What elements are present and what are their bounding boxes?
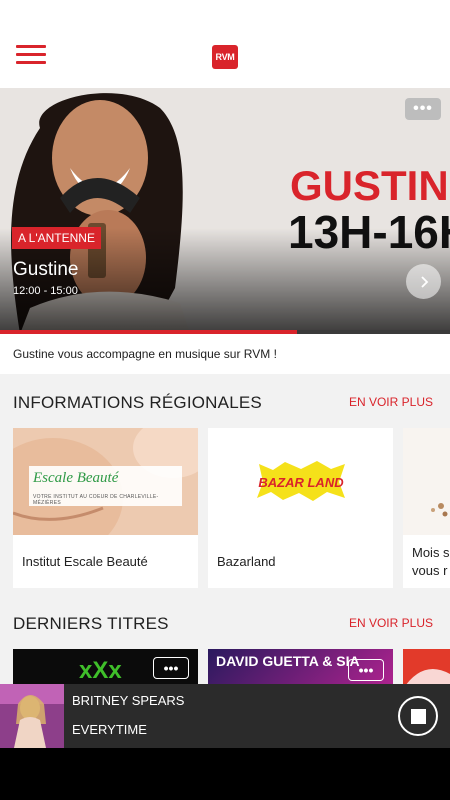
section-title-titles: DERNIERS TITRES [13, 614, 169, 633]
show-time: 12:00 - 15:00 [13, 285, 78, 297]
show-description-area: Gustine vous accompagne en musique sur R… [0, 334, 450, 374]
title-card-2-art: DAVID GUETTA & SIA [216, 653, 360, 669]
card-label: Bazarland [217, 554, 276, 569]
card-label-line1: Mois s [412, 545, 450, 560]
stop-icon[interactable] [398, 696, 438, 736]
title-card-1[interactable]: xXx ••• [13, 649, 198, 689]
track-title: EVERYTIME [72, 722, 147, 737]
live-badge: A L'ANTENNE [12, 227, 101, 249]
top-bar: RVM [0, 0, 450, 88]
menu-icon[interactable] [16, 45, 46, 69]
album-cover [0, 684, 64, 748]
show-description: Gustine vous accompagne en musique sur R… [13, 347, 277, 361]
section-title-regional: INFORMATIONS RÉGIONALES [13, 393, 262, 412]
title-card-1-more-button[interactable]: ••• [153, 657, 189, 679]
card-image: BAZAR LAND [208, 428, 393, 535]
escale-logo-sub: VOTRE INSTITUT AU COEUR DE CHARLEVILLE-M… [33, 494, 159, 506]
show-title: Gustine [13, 259, 79, 280]
on-air-hero[interactable]: GUSTINE 13H-16H [0, 88, 450, 334]
title-card-3[interactable] [403, 649, 450, 689]
card-image: Escale Beauté VOTRE INSTITUT AU COEUR DE… [13, 428, 198, 535]
now-playing-bar[interactable]: BRITNEY SPEARS EVERYTIME [0, 684, 450, 748]
artist-name: BRITNEY SPEARS [72, 693, 185, 708]
title-card-1-art: xXx [79, 657, 122, 684]
rvm-logo: RVM [212, 45, 238, 69]
card-image [403, 428, 450, 535]
chevron-right-icon[interactable] [406, 264, 441, 299]
card-label-line2: vous r [412, 562, 448, 578]
bazarland-logo: BAZAR LAND [257, 461, 345, 501]
see-more-titles[interactable]: EN VOIR PLUS [349, 616, 433, 630]
escale-logo-text: Escale Beauté [33, 470, 119, 486]
hero-more-button[interactable]: ••• [405, 98, 441, 120]
regional-card-escale[interactable]: Escale Beauté VOTRE INSTITUT AU COEUR DE… [13, 428, 198, 588]
poster-name: GUSTINE [290, 162, 450, 209]
card-label: Institut Escale Beauté [22, 554, 148, 569]
title-card-2[interactable]: DAVID GUETTA & SIA ••• [208, 649, 393, 689]
card-label: Mois s vous r [412, 544, 450, 579]
regional-card-bazarland[interactable]: BAZAR LAND Bazarland [208, 428, 393, 588]
navigation-bar-area [0, 748, 450, 800]
regional-card-partial[interactable]: Mois s vous r [403, 428, 450, 588]
title-card-2-more-button[interactable]: ••• [348, 659, 384, 681]
app-screen: RVM GUSTINE 13H-16H ••• A L'ANTENNE Gust… [0, 0, 450, 800]
escale-logo: Escale Beauté VOTRE INSTITUT AU COEUR DE… [29, 466, 182, 506]
see-more-regional[interactable]: EN VOIR PLUS [349, 395, 433, 409]
bazarland-logo-text: BAZAR LAND [258, 475, 344, 490]
